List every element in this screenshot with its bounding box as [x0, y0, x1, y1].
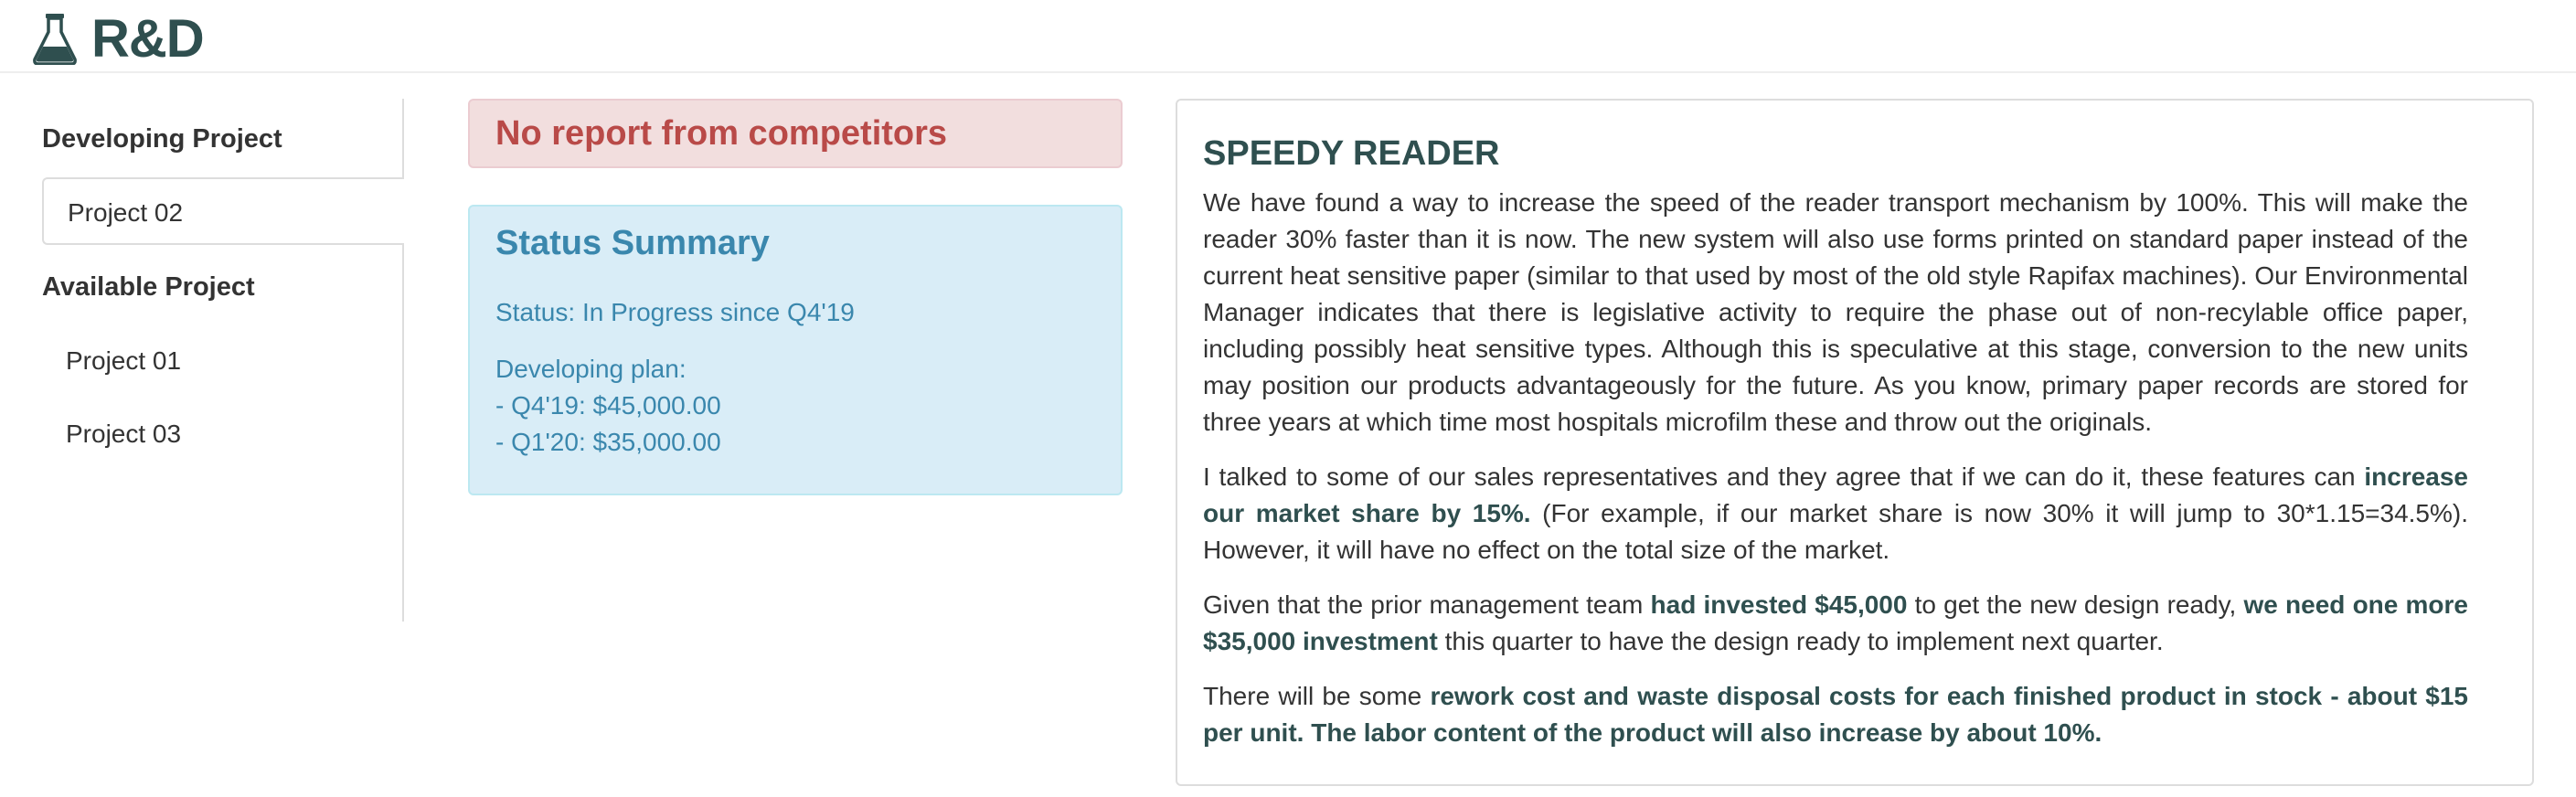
report-paragraph: I talked to some of our sales representa… [1203, 462, 2468, 564]
sidebar: Developing Project Project 02 Available … [42, 99, 404, 622]
status-text: Status: In Progress since Q4'19 [495, 298, 855, 326]
status-summary-panel: Status Summary Status: In Progress since… [468, 205, 1123, 495]
status-summary-title: Status Summary [495, 224, 770, 262]
flask-icon [33, 14, 77, 65]
available-project-heading: Available Project [42, 272, 255, 302]
report-paragraph: We have found a way to increase the spee… [1203, 188, 2468, 436]
report-paragraph: Given that the prior management team had… [1203, 590, 2468, 655]
sidebar-item-project-03[interactable]: Project 03 [42, 400, 404, 468]
plan-item: - Q4'19: $45,000.00 [495, 391, 721, 420]
developing-plan-label: Developing plan: [495, 355, 687, 383]
report-title: SPEEDY READER [1203, 134, 1500, 173]
brand[interactable]: R&D [33, 9, 205, 69]
page-title: R&D [91, 9, 205, 69]
sidebar-item-project-02[interactable]: Project 02 [42, 177, 404, 245]
plan-item: - Q1'20: $35,000.00 [495, 428, 721, 456]
report-panel: SPEEDY READER We have found a way to inc… [1176, 99, 2534, 786]
header: R&D [0, 0, 2576, 73]
developing-project-heading: Developing Project [42, 124, 282, 154]
report-paragraph: There will be some rework cost and waste… [1203, 682, 2468, 747]
report-body: We have found a way to increase the spee… [1203, 185, 2468, 770]
sidebar-item-project-01[interactable]: Project 01 [42, 327, 404, 395]
competitor-report-alert: No report from competitors [468, 99, 1123, 168]
